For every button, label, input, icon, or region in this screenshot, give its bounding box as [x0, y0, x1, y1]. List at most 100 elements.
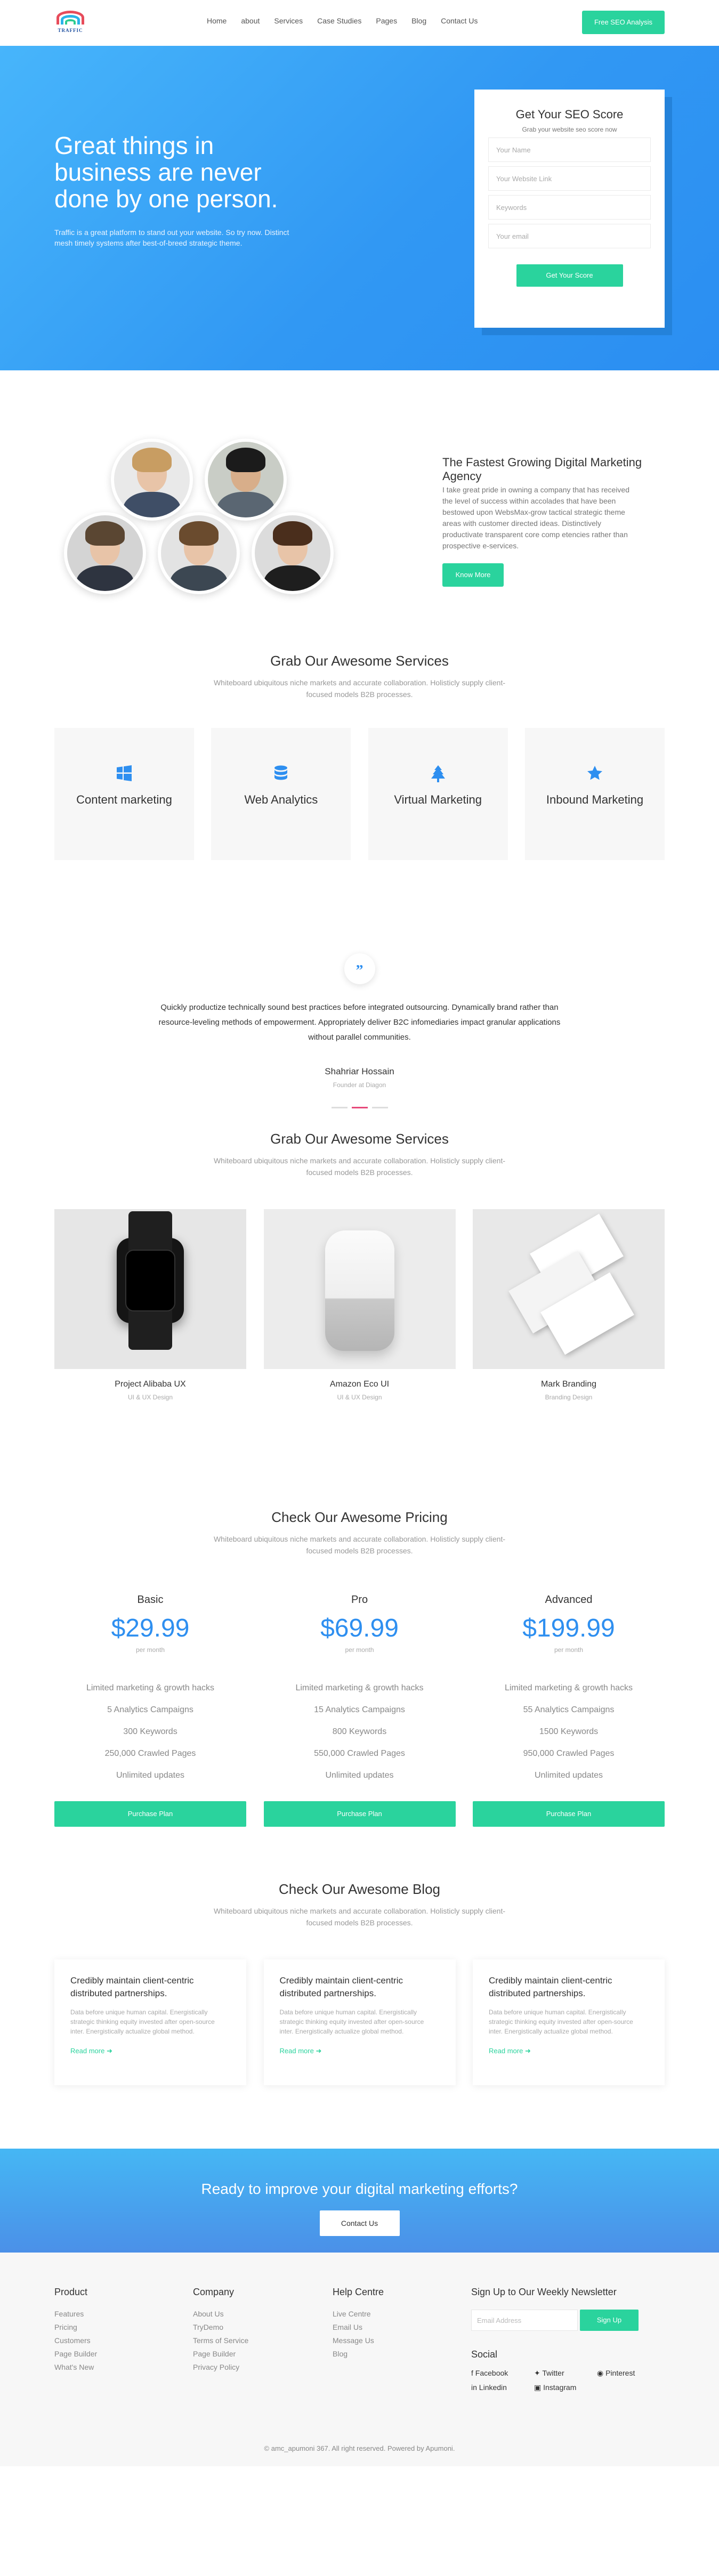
footer-heading: Help Centre — [333, 2287, 384, 2297]
footer-link[interactable]: Blog — [333, 2350, 384, 2358]
pricing-subtitle: Whiteboard ubiquitous niche markets and … — [213, 1535, 506, 1555]
footer-link[interactable]: Customers — [54, 2336, 97, 2345]
read-more-link[interactable]: Read more ➜ — [489, 2047, 649, 2055]
quote-icon: ” — [344, 953, 375, 984]
star-icon — [525, 765, 665, 784]
name-input[interactable]: Your Name — [488, 137, 651, 162]
hero-headline: Great things in business are never done … — [54, 132, 278, 213]
blog-section: Check Our Awesome Blog Whiteboard ubiqui… — [0, 1877, 719, 2149]
purchase-plan-button[interactable]: Purchase Plan — [263, 1801, 456, 1827]
social-pinterest[interactable]: ◉ Pinterest — [597, 2369, 660, 2378]
portfolio-item-amazon[interactable]: Amazon Eco UI UI & UX Design — [263, 1209, 456, 1401]
cta-banner: Ready to improve your digital marketing … — [0, 2149, 719, 2253]
footer-link[interactable]: TryDemo — [193, 2323, 248, 2331]
social-linkedin[interactable]: in Linkedin — [471, 2383, 534, 2392]
main-nav: Home about Services Case Studies Pages B… — [207, 17, 492, 25]
team-avatar-man-suit — [64, 512, 146, 594]
know-more-button[interactable]: Know More — [442, 563, 504, 587]
service-label: Inbound Marketing — [546, 793, 644, 806]
nav-case-studies[interactable]: Case Studies — [317, 17, 361, 25]
social-facebook[interactable]: f Facebook — [471, 2369, 534, 2378]
sign-up-button[interactable]: Sign Up — [580, 2310, 639, 2331]
website-link-input[interactable]: Your Website Link — [488, 166, 651, 191]
portfolio-title-text: Mark Branding — [540, 1380, 597, 1389]
footer-link[interactable]: Live Centre — [333, 2310, 384, 2318]
purchase-plan-button[interactable]: Purchase Plan — [54, 1801, 246, 1827]
nav-home[interactable]: Home — [207, 17, 227, 25]
service-card-inbound-marketing[interactable]: Inbound Marketing — [524, 728, 665, 860]
nav-contact[interactable]: Contact Us — [441, 17, 478, 25]
read-more-link[interactable]: Read more ➜ — [280, 2047, 440, 2055]
portfolio-section: Grab Our Awesome Services Whiteboard ubi… — [0, 1115, 719, 1435]
services-section: Grab Our Awesome Services Whiteboard ubi… — [0, 653, 719, 930]
services-subtitle: Whiteboard ubiquitous niche markets and … — [213, 678, 506, 699]
twitter-icon: ✦ — [534, 2369, 543, 2377]
portfolio-tag: UI & UX Design — [127, 1394, 173, 1401]
plan-feature: 5 Analytics Campaigns — [107, 1705, 193, 1714]
footer-link[interactable]: Message Us — [333, 2336, 384, 2345]
pinterest-icon: ◉ — [597, 2369, 606, 2377]
site-header: TRAFFIC Home about Services Case Studies… — [0, 0, 719, 46]
plan-feature: Unlimited updates — [534, 1771, 603, 1780]
carousel-dot[interactable] — [371, 1107, 388, 1108]
footer-company: Company About Us TryDemo Terms of Servic… — [193, 2287, 248, 2376]
services-title: Grab Our Awesome Services — [270, 653, 449, 669]
free-seo-analysis-button[interactable]: Free SEO Analysis — [582, 11, 665, 34]
copyright: © amc_apumoni 367. All right reserved. P… — [264, 2444, 455, 2452]
arrow-right-icon: ➜ — [316, 2047, 322, 2055]
footer-link[interactable]: Page Builder — [54, 2350, 97, 2358]
footer-link[interactable]: Features — [54, 2310, 97, 2318]
social-twitter[interactable]: ✦ Twitter — [534, 2369, 597, 2378]
get-score-button[interactable]: Get Your Score — [516, 264, 623, 287]
footer-link[interactable]: Terms of Service — [193, 2336, 248, 2345]
footer-help: Help Centre Live Centre Email Us Message… — [333, 2287, 384, 2363]
database-icon — [211, 765, 351, 784]
email-input[interactable]: Your email — [488, 224, 651, 248]
service-card-web-analytics[interactable]: Web Analytics — [211, 728, 351, 860]
blog-post-title[interactable]: Credibly maintain client-centric distrib… — [489, 1974, 649, 2000]
footer-heading: Company — [193, 2287, 235, 2297]
traffic-logo[interactable]: TRAFFIC — [54, 9, 86, 36]
contact-us-button[interactable]: Contact Us — [319, 2210, 400, 2236]
pricing-plan-advanced: Advanced $199.99 per month Limited marke… — [473, 1594, 665, 1827]
nav-services[interactable]: Services — [274, 17, 303, 25]
service-card-content-marketing[interactable]: Content marketing — [54, 728, 194, 860]
social-instagram[interactable]: ▣ Instagram — [534, 2383, 597, 2392]
service-label: Web Analytics — [244, 793, 318, 806]
footer-link[interactable]: Page Builder — [193, 2350, 248, 2358]
plan-name: Pro — [351, 1594, 368, 1606]
about-title: The Fastest Growing Digital Marketing Ag… — [442, 456, 642, 483]
purchase-plan-button[interactable]: Purchase Plan — [473, 1801, 665, 1827]
keywords-input[interactable]: Keywords — [488, 195, 651, 220]
portfolio-item-alibaba[interactable]: Project Alibaba UX UI & UX Design — [54, 1209, 246, 1401]
plan-feature: Limited marketing & growth hacks — [295, 1683, 424, 1692]
nav-pages[interactable]: Pages — [376, 17, 397, 25]
blog-post-title[interactable]: Credibly maintain client-centric distrib… — [70, 1974, 230, 2000]
carousel-dot[interactable] — [331, 1107, 348, 1108]
blog-post-title[interactable]: Credibly maintain client-centric distrib… — [280, 1974, 440, 2000]
plan-feature: 550,000 Crawled Pages — [314, 1749, 405, 1758]
footer-link[interactable]: Privacy Policy — [193, 2363, 248, 2371]
newsletter-email-input[interactable]: Email Address — [471, 2310, 578, 2331]
read-more-link[interactable]: Read more ➜ — [70, 2047, 230, 2055]
nav-blog[interactable]: Blog — [411, 17, 426, 25]
footer-link[interactable]: Email Us — [333, 2323, 384, 2331]
pricing-title: Check Our Awesome Pricing — [271, 1509, 448, 1525]
footer-link[interactable]: About Us — [193, 2310, 248, 2318]
plan-feature: Limited marketing & growth hacks — [86, 1683, 215, 1692]
portfolio-item-mark-branding[interactable]: Mark Branding Branding Design — [473, 1209, 665, 1401]
arrow-right-icon: ➜ — [106, 2047, 112, 2055]
smartwatch-image — [54, 1209, 246, 1369]
footer-link[interactable]: Pricing — [54, 2323, 97, 2331]
facebook-icon: f — [471, 2369, 475, 2377]
nav-about[interactable]: about — [241, 17, 260, 25]
team-avatar-woman-blonde — [111, 439, 193, 521]
plan-feature: 950,000 Crawled Pages — [523, 1749, 615, 1758]
footer-link[interactable]: What's New — [54, 2363, 97, 2371]
about-text: I take great pride in owning a company t… — [442, 485, 629, 550]
service-card-virtual-marketing[interactable]: Virtual Marketing — [368, 728, 508, 860]
social-heading: Social — [471, 2349, 498, 2360]
blog-card: Credibly maintain client-centric distrib… — [264, 1959, 456, 2085]
carousel-dot-active[interactable] — [351, 1107, 368, 1108]
plan-feature: 15 Analytics Campaigns — [314, 1705, 405, 1714]
